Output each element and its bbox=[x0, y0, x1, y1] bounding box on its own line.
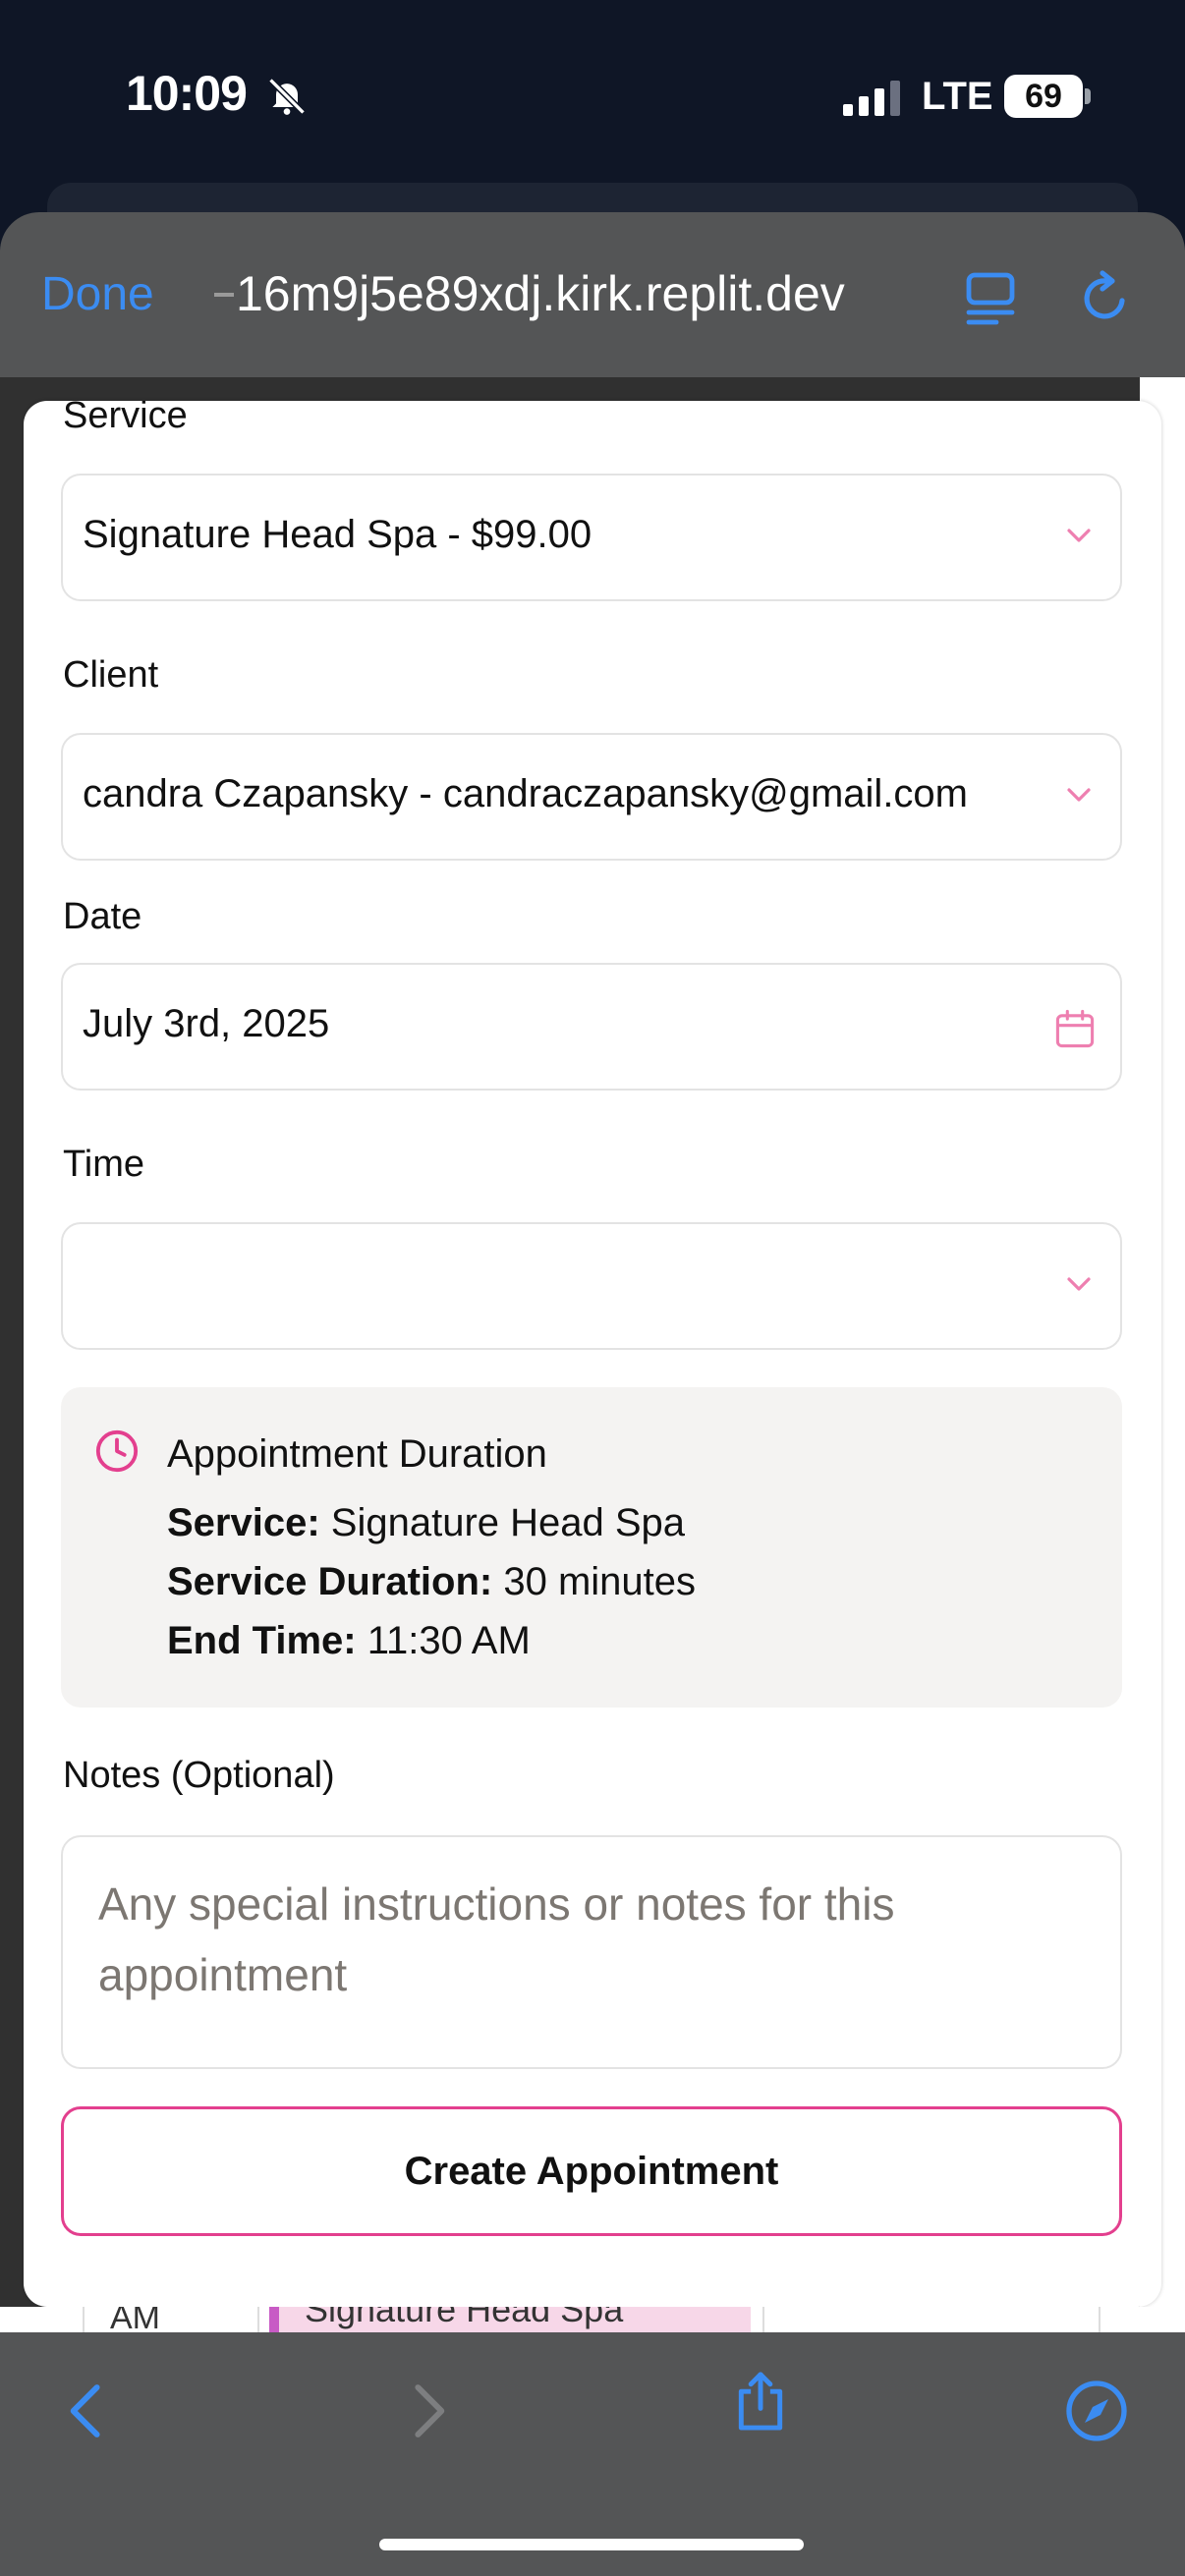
notes-field bbox=[61, 1835, 1122, 2069]
duration-end-value: 11:30 AM bbox=[367, 1619, 531, 1662]
service-select[interactable]: Signature Head Spa - $99.00 bbox=[61, 474, 1122, 601]
client-value: candra Czapansky - candraczapansky@gmail… bbox=[83, 772, 968, 815]
date-label: Date bbox=[63, 896, 142, 937]
date-value: July 3rd, 2025 bbox=[83, 1002, 330, 1045]
duration-service-value: Signature Head Spa bbox=[330, 1501, 686, 1544]
url-fade bbox=[214, 293, 234, 297]
chevron-down-icon bbox=[1067, 1277, 1091, 1291]
duration-length-label: Service Duration: bbox=[167, 1560, 493, 1603]
date-picker[interactable]: July 3rd, 2025 bbox=[61, 963, 1122, 1091]
notes-label: Notes (Optional) bbox=[63, 1755, 335, 1796]
share-icon[interactable] bbox=[729, 2370, 792, 2433]
client-select[interactable]: candra Czapansky - candraczapansky@gmail… bbox=[61, 733, 1122, 861]
compass-icon[interactable] bbox=[1065, 2380, 1128, 2442]
appointment-modal: Service Signature Head Spa - $99.00 Clie… bbox=[24, 401, 1161, 2307]
done-button[interactable]: Done bbox=[41, 267, 154, 321]
calendar-gridline bbox=[83, 2307, 85, 2332]
create-appointment-button[interactable]: Create Appointment bbox=[61, 2106, 1122, 2236]
time-label: Time bbox=[63, 1144, 145, 1185]
notes-textarea[interactable] bbox=[63, 1837, 1120, 2067]
calendar-gridline bbox=[1099, 2307, 1100, 2332]
status-time: 10:09 bbox=[126, 66, 248, 121]
calendar-event-label: Signature Head Spa bbox=[305, 2307, 624, 2329]
back-icon[interactable] bbox=[55, 2380, 118, 2442]
reader-icon[interactable] bbox=[965, 267, 1016, 326]
client-label: Client bbox=[63, 654, 159, 696]
battery-level: 69 bbox=[1004, 75, 1083, 118]
calendar-gridline bbox=[257, 2307, 259, 2332]
forward-icon[interactable] bbox=[397, 2380, 460, 2442]
bell-slash-icon bbox=[268, 78, 306, 115]
reload-icon[interactable] bbox=[1079, 267, 1134, 326]
duration-end-label: End Time: bbox=[167, 1619, 357, 1662]
duration-service-line: Service: Signature Head Spa bbox=[167, 1501, 685, 1545]
duration-length-line: Service Duration: 30 minutes bbox=[167, 1560, 696, 1604]
home-indicator[interactable] bbox=[379, 2539, 804, 2550]
service-label: Service bbox=[63, 401, 188, 436]
duration-length-value: 30 minutes bbox=[503, 1560, 697, 1603]
calendar-gridline bbox=[762, 2307, 764, 2332]
battery-tip bbox=[1085, 88, 1091, 104]
duration-title: Appointment Duration bbox=[167, 1432, 547, 1476]
duration-end-line: End Time: 11:30 AM bbox=[167, 1619, 531, 1663]
service-value: Signature Head Spa - $99.00 bbox=[83, 513, 592, 556]
chevron-down-icon bbox=[1067, 788, 1091, 802]
clock-icon bbox=[95, 1429, 139, 1473]
network-type: LTE bbox=[922, 75, 993, 118]
signal-icon bbox=[843, 81, 900, 116]
background-calendar-strip: AM Signature Head Spa bbox=[0, 2307, 1185, 2332]
time-select[interactable] bbox=[61, 1222, 1122, 1350]
chevron-down-icon bbox=[1067, 529, 1091, 542]
url-text[interactable]: 16m9j5e89xdj.kirk.replit.dev bbox=[236, 265, 845, 322]
calendar-time-label: AM bbox=[110, 2307, 160, 2332]
appointment-duration-panel: Appointment Duration Service: Signature … bbox=[61, 1387, 1122, 1708]
duration-service-label: Service: bbox=[167, 1501, 320, 1544]
calendar-icon bbox=[1055, 1009, 1095, 1048]
